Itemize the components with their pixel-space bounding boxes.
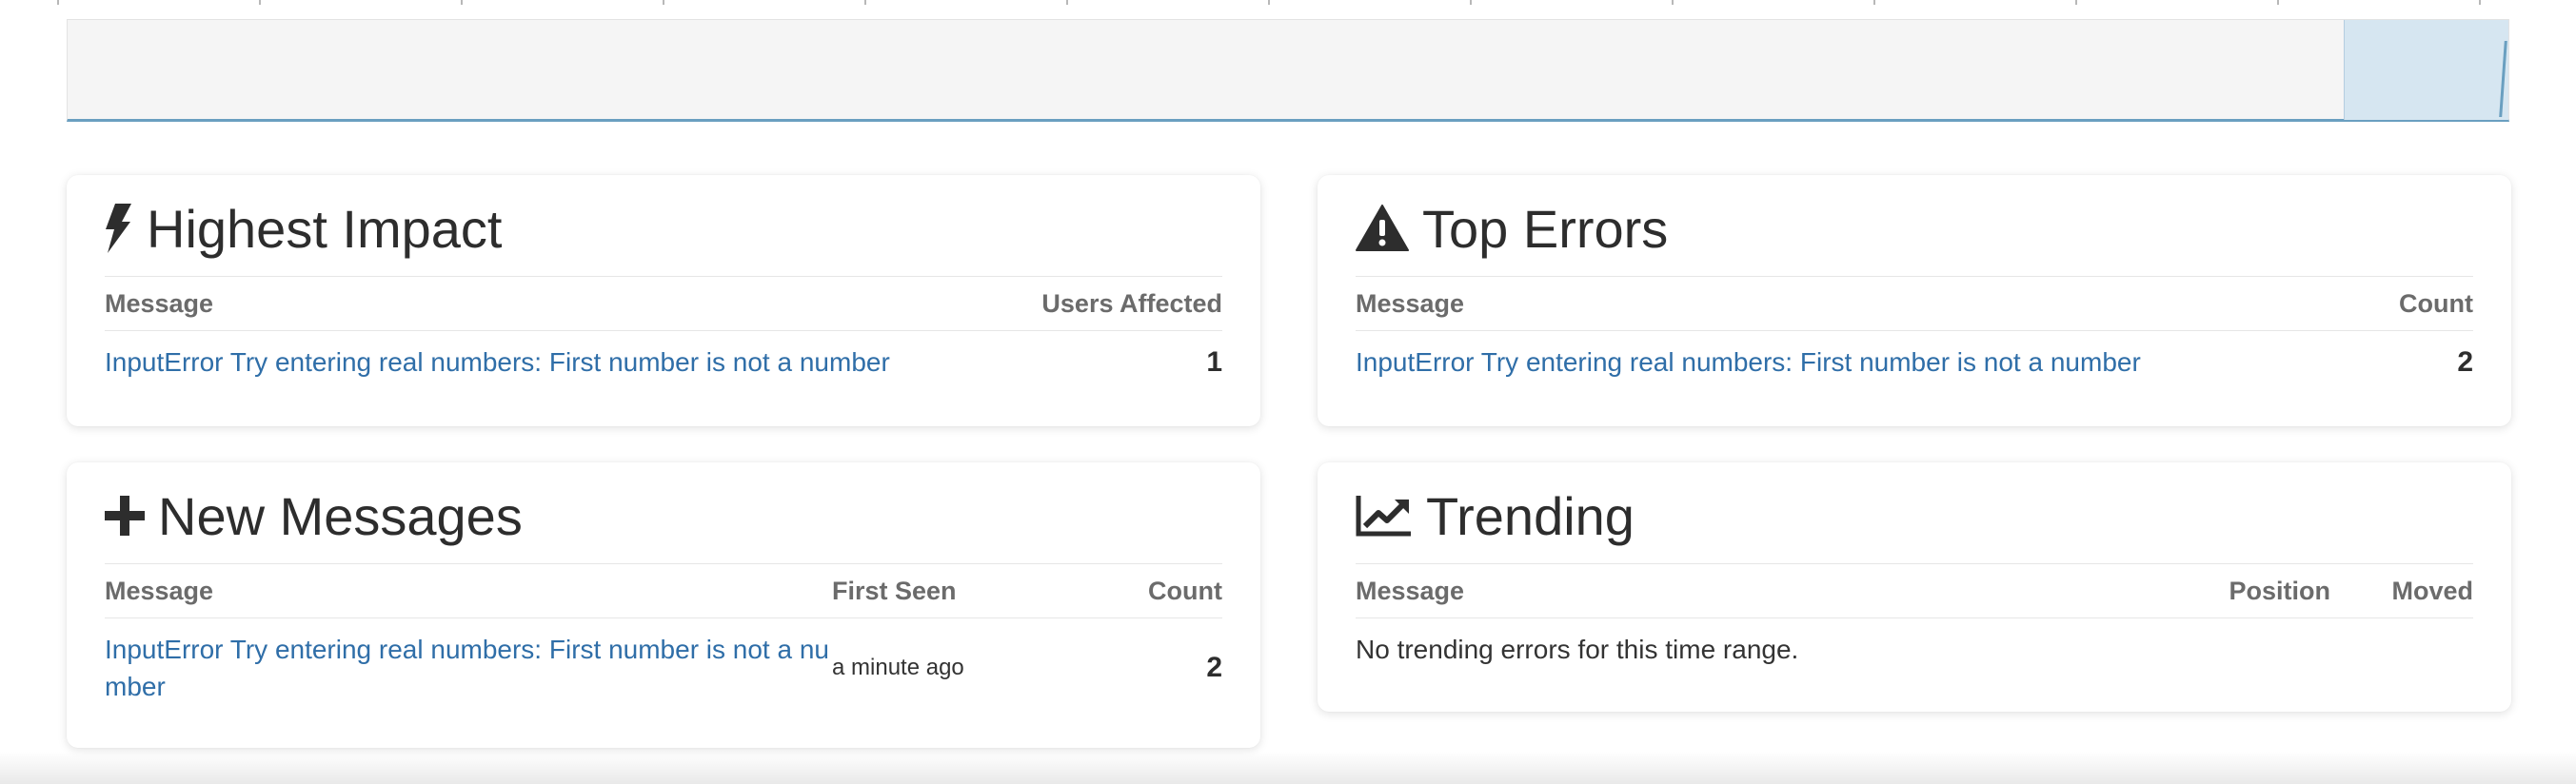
users-affected-value: 1 [1206, 346, 1222, 378]
card-header: Highest Impact [105, 181, 1222, 277]
top-errors-card: Top Errors Message Count InputError Try … [1318, 175, 2511, 426]
column-header-count: Count [1148, 576, 1222, 605]
card-title: Highest Impact [147, 198, 503, 259]
card-title: New Messages [158, 485, 523, 546]
trending-card: Trending Message Position Moved No trend… [1318, 462, 2511, 712]
highest-impact-card: Highest Impact Message Users Affected In… [67, 175, 1260, 426]
card-title: Trending [1426, 485, 1635, 546]
line-chart-icon [1356, 494, 1413, 538]
column-header-first-seen: First Seen [832, 576, 957, 605]
empty-state-row: No trending errors for this time range. [1356, 618, 2473, 681]
range-tick-marks [0, 0, 2576, 6]
column-header-message: Message [105, 576, 214, 605]
column-header-moved: Moved [2391, 576, 2473, 605]
error-message-line[interactable]: InputError Try entering real numbers: Fi… [105, 631, 832, 668]
column-header-message: Message [105, 288, 214, 318]
empty-state-message: No trending errors for this time range. [1356, 635, 1799, 664]
range-resize-handle[interactable] [2499, 41, 2507, 117]
column-header-users-affected: Users Affected [1041, 288, 1222, 318]
table-row: InputError Try entering real numbers: Fi… [1356, 331, 2473, 394]
table-header: Message Position Moved [1356, 564, 2473, 618]
table-header: Message Count [1356, 277, 2473, 331]
card-header: New Messages [105, 468, 1222, 564]
column-header-message: Message [1356, 576, 1465, 605]
plus-icon [105, 496, 145, 536]
error-message-line[interactable]: mber [105, 668, 832, 705]
column-header-count: Count [2399, 288, 2473, 318]
card-header: Trending [1356, 468, 2473, 564]
error-count-value: 2 [2457, 346, 2473, 378]
error-message-link[interactable]: InputError Try entering real numbers: Fi… [105, 631, 832, 705]
table-row: InputError Try entering real numbers: Fi… [105, 618, 1222, 717]
error-message-link[interactable]: InputError Try entering real numbers: Fi… [1356, 347, 2457, 378]
new-messages-card: New Messages Message First Seen Count In… [67, 462, 1260, 748]
table-row: InputError Try entering real numbers: Fi… [105, 331, 1222, 394]
table-header: Message First Seen Count [105, 564, 1222, 618]
card-title: Top Errors [1422, 198, 1669, 259]
bolt-icon [105, 204, 133, 253]
column-header-message: Message [1356, 288, 1465, 318]
column-header-position: Position [2229, 576, 2331, 605]
page-bottom-shade [0, 752, 2576, 784]
table-header: Message Users Affected [105, 277, 1222, 331]
time-range-chart[interactable] [67, 19, 2509, 122]
message-count-value: 2 [1206, 652, 1222, 683]
first-seen-value: a minute ago [832, 655, 964, 680]
card-header: Top Errors [1356, 181, 2473, 277]
error-message-link[interactable]: InputError Try entering real numbers: Fi… [105, 347, 1206, 378]
time-range-selection[interactable] [2344, 20, 2508, 120]
warning-icon [1356, 205, 1409, 252]
